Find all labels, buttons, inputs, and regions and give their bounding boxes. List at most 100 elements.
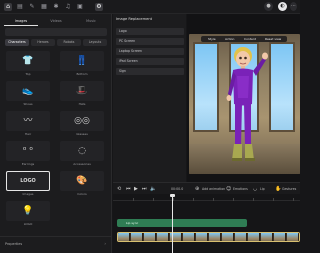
chip-robots[interactable]: Robots — [57, 39, 81, 46]
ruler-tick — [293, 198, 294, 201]
volume-icon[interactable]: 🔈 — [150, 186, 156, 192]
glasses-icon: ◎◎ — [74, 116, 90, 126]
film-frame — [222, 233, 234, 241]
ruler-tick — [233, 198, 234, 201]
film-frame — [183, 233, 195, 241]
lip-button[interactable]: Lip — [260, 186, 265, 192]
emotions-icon: ☺ — [226, 186, 232, 192]
panel-title: Image Replacement — [116, 17, 153, 21]
emotions-button[interactable]: Emotions — [233, 186, 248, 192]
asset-label: Colors — [77, 192, 87, 196]
music-icon[interactable]: ♫ — [64, 3, 72, 11]
layers-icon[interactable]: ▤ — [16, 3, 24, 11]
film-frame — [196, 233, 208, 241]
ruler-tick — [273, 198, 274, 201]
logo-icon: LOGO — [20, 178, 36, 184]
asset-label: Shoes — [23, 102, 33, 106]
notification-icon[interactable]: ● — [264, 2, 273, 11]
earrings-icon: ᵒ ᵒ — [22, 146, 34, 156]
asset-tabs: Images Videos Music — [0, 16, 112, 26]
asset-label: LOGO — [23, 222, 33, 226]
style-button[interactable]: Style — [208, 36, 216, 42]
home-icon[interactable]: ⌂ — [4, 3, 12, 11]
chip-layouts[interactable]: Layouts — [83, 39, 107, 46]
content-button[interactable]: Content — [244, 36, 256, 42]
image-replacement-panel: Image Replacement Logo PC Screen Laptop … — [113, 14, 186, 182]
play-icon[interactable]: ▶ — [134, 186, 138, 192]
video-filmstrip[interactable] — [117, 232, 300, 242]
gestures-button[interactable]: Gestures — [282, 186, 296, 192]
scene-image — [189, 34, 300, 174]
video-icon[interactable]: ▣ — [76, 3, 84, 11]
pants-icon: 👖 — [76, 56, 88, 66]
replacement-row-pc-screen[interactable]: PC Screen — [116, 38, 184, 45]
asset-label: Bottom — [76, 72, 88, 76]
lip-icon: ◡ — [253, 186, 258, 192]
asset-label: Top — [25, 72, 31, 76]
search-input[interactable] — [5, 28, 107, 36]
loop-icon[interactable]: ⟲ — [117, 186, 121, 192]
clip-label: Lip sync — [126, 221, 139, 225]
chip-characters[interactable]: Characters — [5, 39, 29, 46]
asset-label: Hair — [24, 132, 32, 136]
film-frame — [157, 233, 169, 241]
reset-view-button[interactable]: Reset view — [265, 36, 281, 42]
replacement-row-ipad-screen[interactable]: iPad Screen — [116, 58, 184, 65]
chevron-right-icon: › — [104, 241, 106, 246]
film-frame — [261, 233, 273, 241]
asset-label: Images — [22, 192, 34, 196]
film-frame — [144, 233, 156, 241]
asset-panel: Images Videos Music Characters Heroes Ro… — [0, 14, 112, 253]
film-frame — [274, 233, 286, 241]
grid-icon[interactable]: ▦ — [40, 3, 48, 11]
timeline[interactable]: Lip sync — [113, 194, 300, 253]
pin-icon[interactable]: ✎ — [28, 3, 36, 11]
asset-label: Accessories — [73, 162, 91, 166]
asset-label: Earrings — [21, 162, 35, 166]
gear-icon[interactable]: ⚙ — [95, 3, 103, 11]
active-tab-indicator — [4, 25, 38, 26]
properties-section[interactable]: Properties › — [0, 236, 112, 253]
action-button[interactable]: Action — [225, 36, 234, 42]
ruler-tick — [193, 198, 194, 201]
ruler-tick — [153, 198, 154, 201]
asset-label: Glasses — [76, 132, 88, 136]
video-preview[interactable]: Style Action Content Reset view — [187, 14, 300, 182]
film-frame — [235, 233, 247, 241]
settings-icon[interactable]: ✱ — [52, 3, 60, 11]
window-right — [269, 42, 295, 132]
film-frame — [118, 233, 130, 241]
accessories-icon: ◌ — [78, 146, 86, 156]
gestures-icon: ✋ — [275, 186, 282, 192]
menu-icon[interactable]: ⋯ — [290, 2, 297, 11]
ruler-tick — [213, 198, 214, 201]
replacement-row-sign[interactable]: Sign — [116, 68, 184, 75]
chip-heroes[interactable]: Heroes — [31, 39, 55, 46]
film-frame — [209, 233, 221, 241]
playhead[interactable] — [170, 194, 175, 253]
tab-videos[interactable]: Videos — [39, 16, 73, 26]
timeline-ruler[interactable] — [113, 194, 300, 201]
time-readout: 00:00.0 — [171, 187, 184, 191]
hat-icon: 🎩 — [76, 86, 88, 96]
lip-sync-clip[interactable]: Lip sync — [117, 219, 247, 227]
add-animation-button[interactable]: Add animation — [202, 186, 225, 192]
replacement-row-laptop-screen[interactable]: Laptop Screen — [116, 48, 184, 55]
ruler-tick — [253, 198, 254, 201]
asset-label: Hats — [78, 102, 86, 106]
window-left — [193, 42, 219, 132]
properties-label: Properties — [5, 242, 23, 246]
skip-back-icon[interactable]: ⏮ — [126, 186, 131, 192]
palette-icon: 🎨 — [76, 176, 88, 186]
replacement-row-logo[interactable]: Logo — [116, 28, 184, 35]
avatar[interactable]: ◐ — [278, 2, 287, 11]
playhead-handle[interactable] — [170, 194, 175, 197]
shirt-icon: 👕 — [22, 56, 34, 66]
ruler-tick — [173, 198, 174, 201]
playback-controls: ⟲ ⏮ ▶ ⏭ 🔈 00:00.0 ⊕ Add animation ☺ Emot… — [113, 182, 300, 194]
skip-forward-icon[interactable]: ⏭ — [142, 186, 147, 192]
character-figure — [226, 47, 268, 161]
lightbulb-icon: 💡 — [22, 206, 34, 216]
tab-music[interactable]: Music — [74, 16, 108, 26]
shoe-icon: 👟 — [22, 86, 34, 96]
